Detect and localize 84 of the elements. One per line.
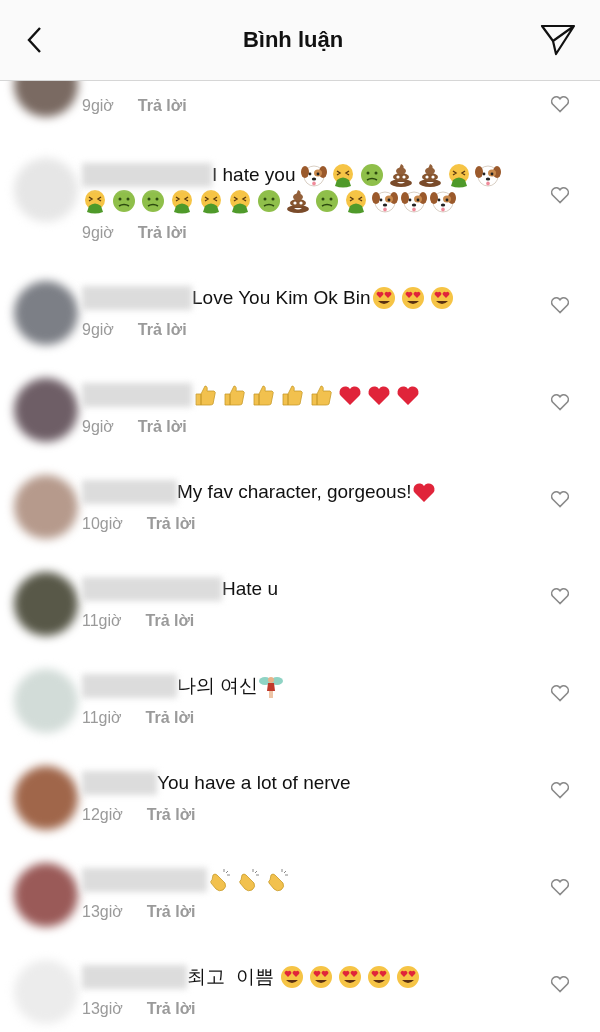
reply-link[interactable]: Trả lời xyxy=(146,513,196,535)
reply-link[interactable]: Trả lời xyxy=(137,319,187,341)
like-button[interactable] xyxy=(550,490,570,508)
heart-outline-icon xyxy=(550,587,570,605)
clapping-hands-icon xyxy=(265,867,291,893)
comment-time: 10giờ xyxy=(82,514,123,534)
thumbs-up-icon xyxy=(221,382,247,408)
comment-time: 9giờ xyxy=(82,96,114,116)
heart-outline-icon xyxy=(550,95,570,113)
thumbs-up-icon xyxy=(192,382,218,408)
comment-time: 9giờ xyxy=(82,223,114,243)
heart-eyes-face-icon xyxy=(278,964,305,990)
comment-time: 13giờ xyxy=(82,999,123,1019)
comment-text: My fav character, gorgeous! xyxy=(177,481,412,502)
reply-link[interactable]: Trả lời xyxy=(145,610,195,632)
heart-eyes-face-icon xyxy=(370,285,397,311)
heart-outline-icon xyxy=(550,975,570,993)
thumbs-up-icon xyxy=(250,382,276,408)
reply-link[interactable]: Trả lời xyxy=(145,707,195,729)
like-button[interactable] xyxy=(550,781,570,799)
vomiting-face-icon xyxy=(169,188,195,214)
heart-outline-icon xyxy=(550,684,570,702)
clapping-hands-icon xyxy=(236,867,262,893)
sick-face-icon xyxy=(314,188,340,214)
reply-link[interactable]: Trả lời xyxy=(146,998,196,1020)
heart-eyes-face-icon xyxy=(399,285,426,311)
vomiting-face-icon xyxy=(198,188,224,214)
comment-time: 9giờ xyxy=(82,417,114,437)
heart-outline-icon xyxy=(550,186,570,204)
comment-text: Love You Kim Ok Bin xyxy=(192,287,371,308)
dog-face-icon xyxy=(474,162,501,188)
like-button[interactable] xyxy=(550,296,570,314)
comment-text: 최고 이쁨 xyxy=(187,966,275,987)
reply-link[interactable]: Trả lời xyxy=(137,95,187,117)
send-button[interactable] xyxy=(540,23,576,57)
page-title: Bình luận xyxy=(242,27,344,53)
thumbs-up-icon xyxy=(279,382,305,408)
heart-eyes-face-icon xyxy=(428,285,455,311)
comment-time: 12giờ xyxy=(82,805,123,825)
heart-eyes-face-icon xyxy=(336,964,363,990)
vomiting-face-icon xyxy=(82,188,108,214)
heart-eyes-face-icon xyxy=(365,964,392,990)
like-button[interactable] xyxy=(550,878,570,896)
like-button[interactable] xyxy=(550,684,570,702)
clapping-hands-icon xyxy=(207,867,233,893)
dog-face-icon xyxy=(300,162,327,188)
heart-outline-icon xyxy=(550,296,570,314)
like-button[interactable] xyxy=(550,587,570,605)
sick-face-icon xyxy=(111,188,137,214)
reply-link[interactable]: Trả lời xyxy=(137,222,187,244)
sick-face-icon xyxy=(140,188,166,214)
poop-icon xyxy=(387,162,414,188)
comment-time: 13giờ xyxy=(82,902,123,922)
comment-time: 11giờ xyxy=(82,611,122,631)
heart-eyes-face-icon xyxy=(394,964,421,990)
poop-icon xyxy=(416,162,443,188)
comment-time: 9giờ xyxy=(82,320,114,340)
heart-outline-icon xyxy=(550,781,570,799)
comment-time: 11giờ xyxy=(82,708,122,728)
paper-plane-icon xyxy=(540,23,576,57)
reply-link[interactable]: Trả lời xyxy=(146,901,196,923)
reply-link[interactable]: Trả lời xyxy=(137,416,187,438)
sick-face-icon xyxy=(256,188,282,214)
like-button[interactable] xyxy=(550,975,570,993)
comment-text: I hate you xyxy=(212,164,297,185)
dog-face-icon xyxy=(430,188,456,214)
like-button[interactable] xyxy=(550,393,570,411)
vomiting-face-icon xyxy=(227,188,253,214)
poop-icon xyxy=(285,188,311,214)
vomiting-face-icon xyxy=(343,188,369,214)
heart-outline-icon xyxy=(550,490,570,508)
reply-link[interactable]: Trả lời xyxy=(146,804,196,826)
heart-eyes-face-icon xyxy=(307,964,334,990)
sick-face-icon xyxy=(358,162,385,188)
thumbs-up-icon xyxy=(308,382,334,408)
heart-outline-icon xyxy=(550,393,570,411)
comment-text: 나의 여신 xyxy=(177,675,259,696)
heart-outline-icon xyxy=(550,878,570,896)
like-button[interactable] xyxy=(550,95,570,113)
comment-text: You have a lot of nerve xyxy=(157,772,351,793)
like-button[interactable] xyxy=(550,186,570,204)
comment-text: Hate u xyxy=(222,578,278,599)
dog-face-icon xyxy=(401,188,427,214)
dog-face-icon xyxy=(372,188,398,214)
